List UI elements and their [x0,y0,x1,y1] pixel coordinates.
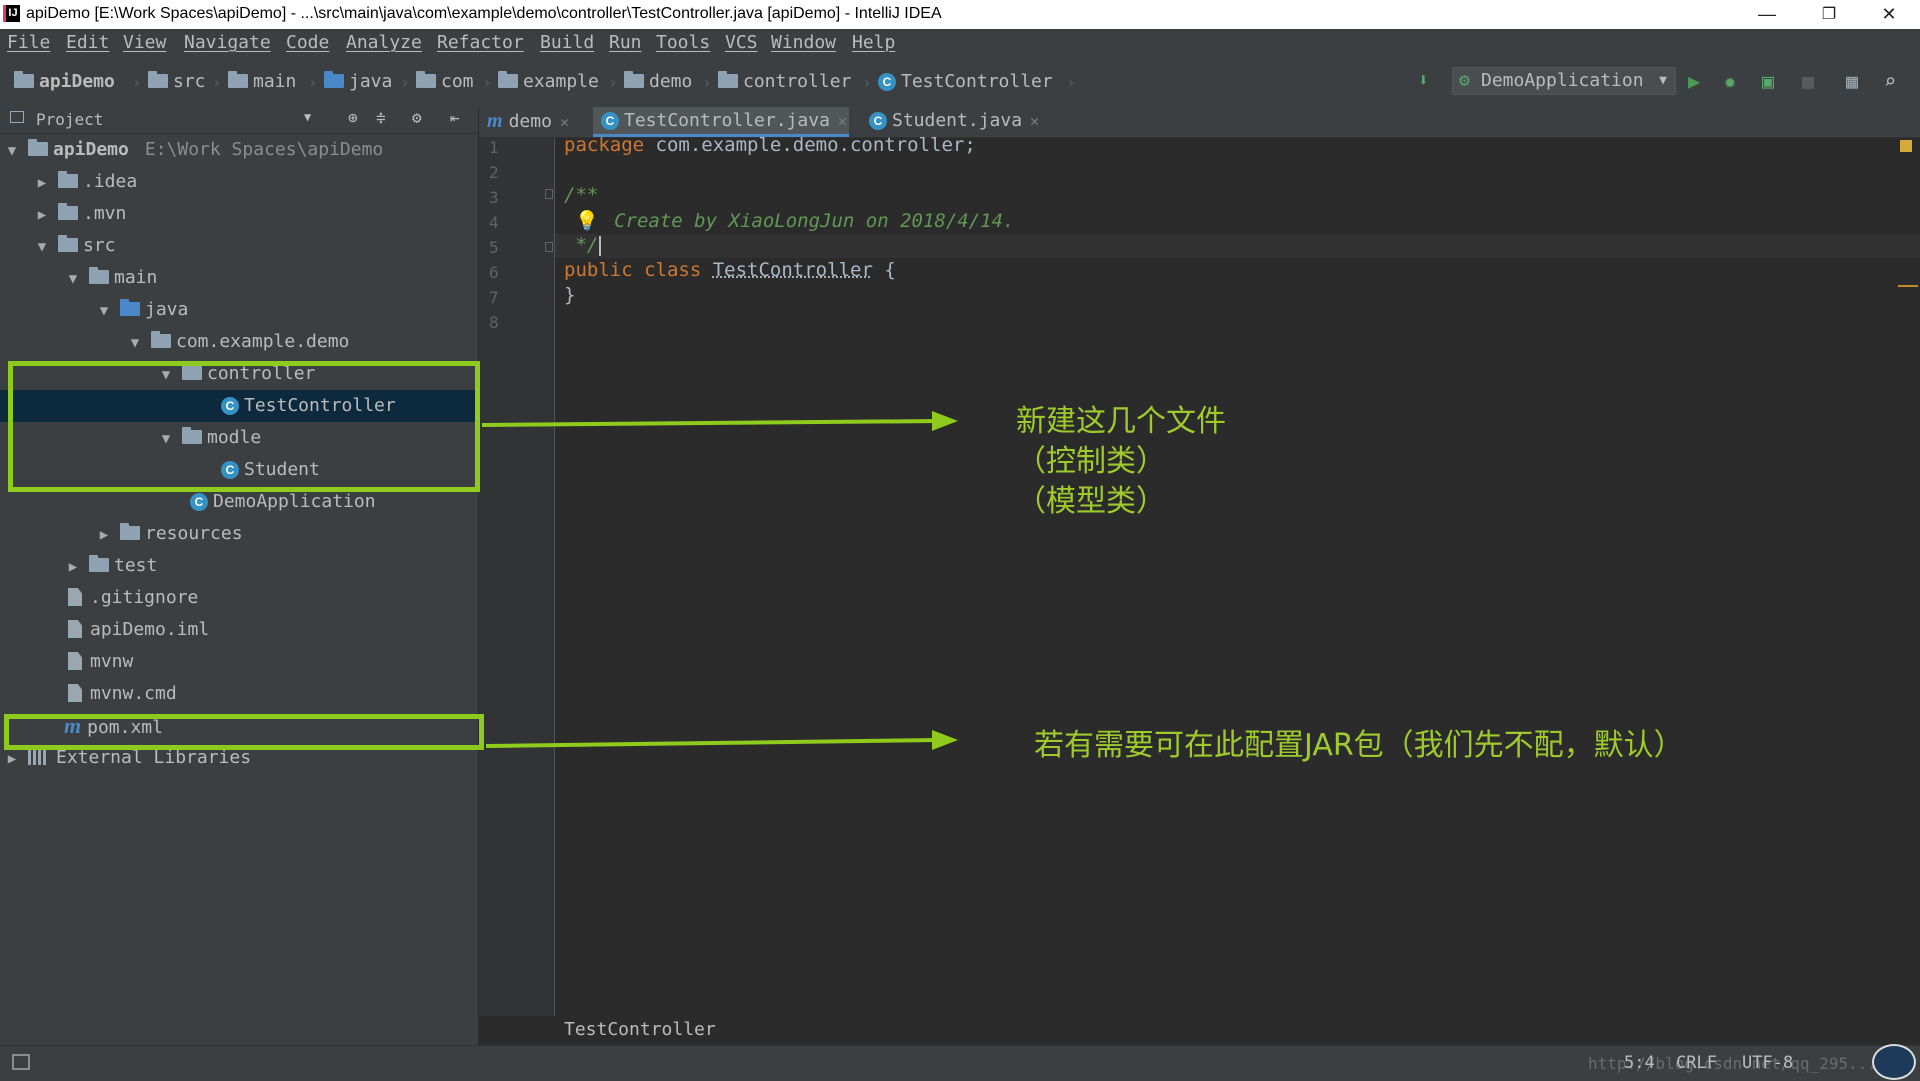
annotation-text-line3: （模型类） [1016,484,1166,519]
annotation-text-line1: 新建这几个文件 [1016,404,1226,439]
annotation-arrow-line [485,738,941,748]
annotation-arrow-line [481,419,941,427]
arrow-head-icon [932,730,958,750]
annotation-arrows [481,411,958,750]
arrow-head-icon [932,411,958,431]
annotation-text-line2: （控制类） [1016,444,1166,479]
annotation-text-pom: 若有需要可在此配置JAR包（我们先不配，默认） [1034,728,1684,763]
